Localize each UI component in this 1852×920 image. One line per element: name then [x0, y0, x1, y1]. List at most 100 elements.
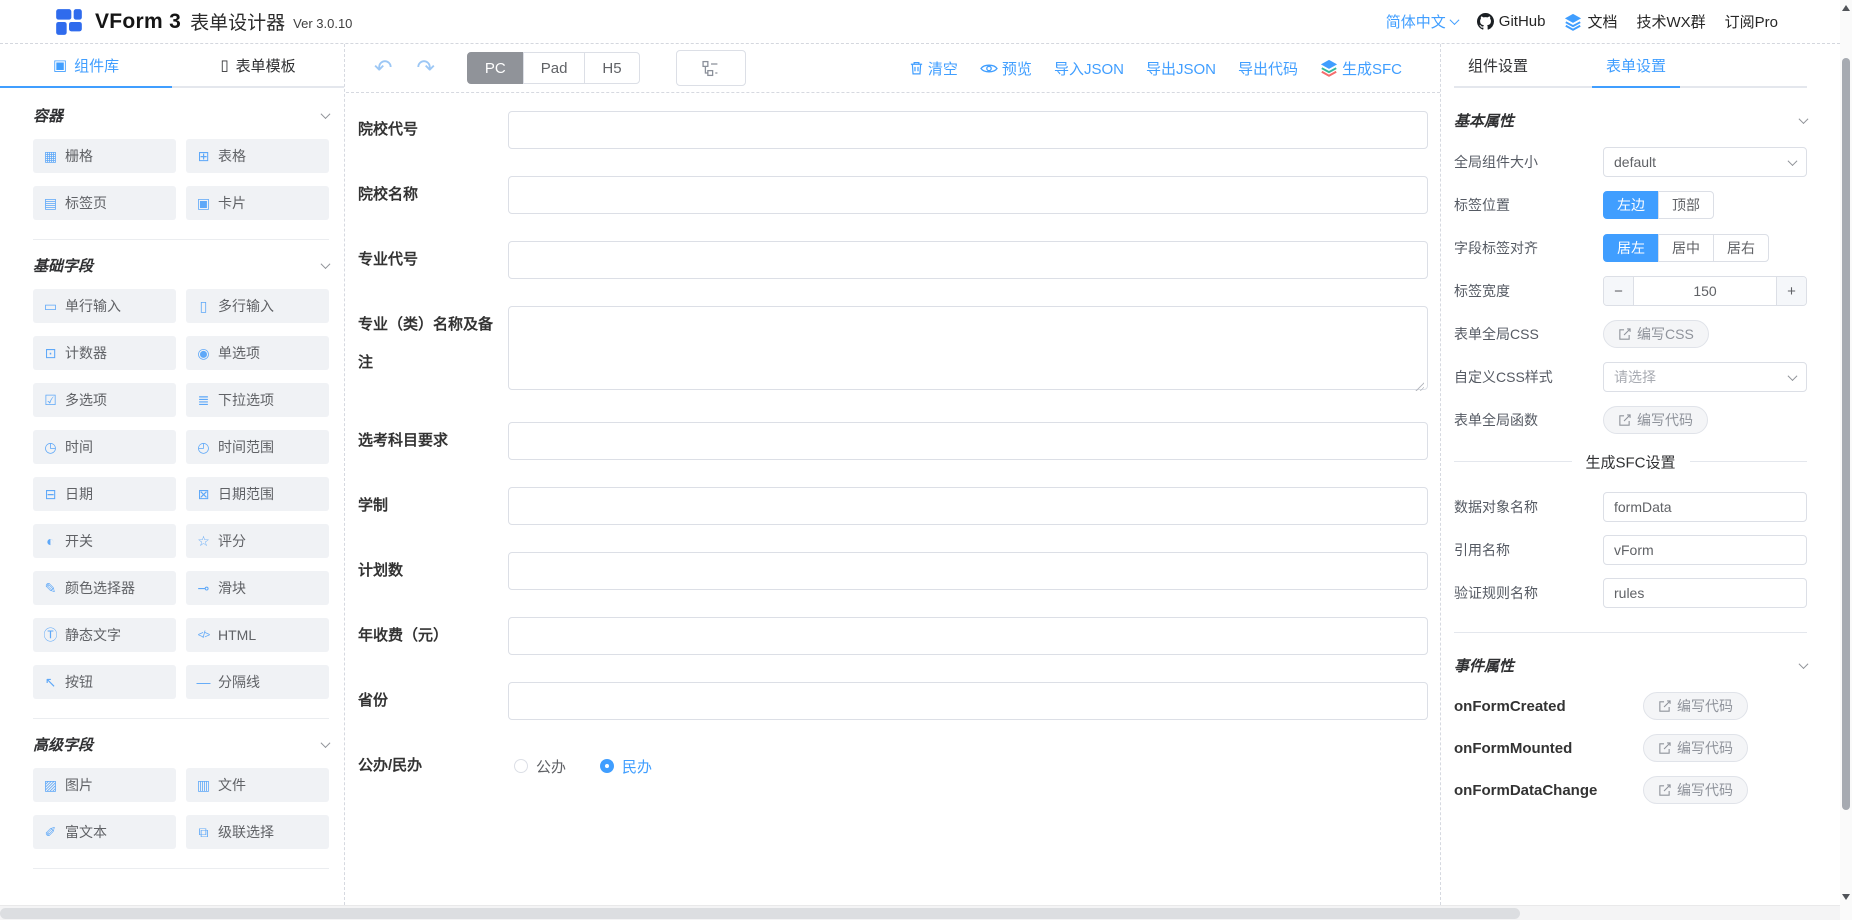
field-input[interactable] [508, 487, 1428, 525]
preview-button[interactable]: 预览 [980, 58, 1032, 79]
field-input[interactable] [508, 111, 1428, 149]
widget-color-picker[interactable]: ✎颜色选择器 [33, 571, 176, 605]
tab-widget-settings[interactable]: 组件设置 [1454, 44, 1542, 88]
scroll-up-arrow-icon[interactable] [1842, 5, 1850, 11]
form-field-row[interactable]: 省份 [358, 682, 1428, 720]
import-json-button[interactable]: 导入JSON [1054, 58, 1124, 79]
widget-tabs[interactable]: ▤标签页 [33, 186, 176, 220]
widget-rate[interactable]: ☆评分 [186, 524, 329, 558]
widget-cascader[interactable]: ⧉级联选择 [186, 815, 329, 849]
form-field-row[interactable]: 年收费（元） [358, 617, 1428, 655]
write-code-button[interactable]: 编写代码 [1643, 776, 1748, 804]
ref-name-input[interactable] [1603, 535, 1807, 565]
form-field-row[interactable]: 院校代号 [358, 111, 1428, 149]
write-code-button[interactable]: 编写代码 [1603, 406, 1708, 434]
increase-button[interactable]: + [1776, 277, 1806, 305]
decrease-button[interactable]: − [1604, 277, 1634, 305]
device-pc-button[interactable]: PC [467, 52, 524, 84]
vertical-scrollbar-thumb[interactable] [1842, 58, 1850, 810]
field-textarea[interactable] [508, 306, 1428, 390]
widget-file[interactable]: ▥文件 [186, 768, 329, 802]
label-align-right-button[interactable]: 居右 [1713, 234, 1769, 262]
undo-button[interactable]: ↶ [374, 57, 392, 79]
docs-link[interactable]: 文档 [1564, 11, 1617, 32]
radio-option-private[interactable]: 民办 [600, 756, 652, 777]
node-tree-button[interactable] [676, 50, 746, 86]
write-css-button[interactable]: 编写CSS [1603, 320, 1709, 348]
widget-number[interactable]: ⊡计数器 [33, 336, 176, 370]
github-link[interactable]: GitHub [1477, 13, 1546, 30]
widget-grid[interactable]: ▦栅格 [33, 139, 176, 173]
vertical-scrollbar[interactable] [1840, 0, 1852, 905]
section-header-advanced-fields[interactable]: 高级字段 [33, 734, 329, 755]
label-width-input[interactable] [1634, 277, 1776, 305]
widget-slider[interactable]: ⊸滑块 [186, 571, 329, 605]
data-object-name-input[interactable] [1603, 492, 1807, 522]
widget-picture[interactable]: ▨图片 [33, 768, 176, 802]
label-align-left-button[interactable]: 居左 [1603, 234, 1659, 262]
radio-option-public[interactable]: 公办 [514, 756, 566, 777]
event-props-header[interactable]: 事件属性 [1454, 655, 1807, 676]
widget-date[interactable]: ⊟日期 [33, 477, 176, 511]
form-field-row[interactable]: 计划数 [358, 552, 1428, 590]
form-field-row[interactable]: 选考科目要求 [358, 422, 1428, 460]
widget-textarea[interactable]: ▯多行输入 [186, 289, 329, 323]
widget-switch[interactable]: ◐开关 [33, 524, 176, 558]
redo-button[interactable]: ↷ [416, 57, 434, 79]
field-input[interactable] [508, 176, 1428, 214]
form-field-row[interactable]: 专业（类）名称及备注 [358, 306, 1428, 395]
section-header-container[interactable]: 容器 [33, 105, 329, 126]
tab-form-templates[interactable]: ▯ 表单模板 [172, 44, 344, 88]
widget-date-range[interactable]: ⊠日期范围 [186, 477, 329, 511]
horizontal-scrollbar-thumb[interactable] [0, 908, 1520, 919]
field-input[interactable] [508, 617, 1428, 655]
form-field-row[interactable]: 公办/民办 公办 民办 [358, 747, 1428, 785]
export-json-button[interactable]: 导出JSON [1146, 58, 1216, 79]
widget-table[interactable]: ⊞表格 [186, 139, 329, 173]
label-align-center-button[interactable]: 居中 [1658, 234, 1714, 262]
label-position-left-button[interactable]: 左边 [1603, 191, 1659, 219]
sfc-layers-icon [1320, 59, 1338, 77]
widget-input[interactable]: ▭单行输入 [33, 289, 176, 323]
language-selector[interactable]: 简体中文 [1386, 11, 1458, 32]
device-pad-button[interactable]: Pad [523, 52, 586, 84]
widget-time-range[interactable]: ◴时间范围 [186, 430, 329, 464]
section-header-basic-fields[interactable]: 基础字段 [33, 255, 329, 276]
clear-form-button[interactable]: 清空 [909, 58, 958, 79]
widget-select[interactable]: ≣下拉选项 [186, 383, 329, 417]
global-size-select[interactable]: default [1603, 147, 1807, 177]
rules-name-input[interactable] [1603, 578, 1807, 608]
label-position-top-button[interactable]: 顶部 [1658, 191, 1714, 219]
widget-button[interactable]: ↖按钮 [33, 665, 176, 699]
field-input[interactable] [508, 682, 1428, 720]
generate-sfc-button[interactable]: 生成SFC [1320, 58, 1402, 79]
wx-group-link[interactable]: 技术WX群 [1636, 11, 1705, 32]
widget-time[interactable]: ◷时间 [33, 430, 176, 464]
export-code-button[interactable]: 导出代码 [1238, 58, 1298, 79]
form-field-row[interactable]: 专业代号 [358, 241, 1428, 279]
widget-html[interactable]: </>HTML [186, 618, 329, 652]
widget-divider[interactable]: —分隔线 [186, 665, 329, 699]
horizontal-scrollbar[interactable] [0, 905, 1840, 920]
form-field-row[interactable]: 院校名称 [358, 176, 1428, 214]
widget-rich-text[interactable]: ✐富文本 [33, 815, 176, 849]
widget-card[interactable]: ▣卡片 [186, 186, 329, 220]
custom-css-select[interactable]: 请选择 [1603, 362, 1807, 392]
widget-static-text[interactable]: Ⓣ静态文字 [33, 618, 176, 652]
write-code-button[interactable]: 编写代码 [1643, 692, 1748, 720]
device-h5-button[interactable]: H5 [584, 52, 639, 84]
tab-widget-library[interactable]: ▣ 组件库 [0, 44, 172, 88]
write-code-button[interactable]: 编写代码 [1643, 734, 1748, 762]
field-input[interactable] [508, 241, 1428, 279]
field-input[interactable] [508, 422, 1428, 460]
tab-form-settings[interactable]: 表单设置 [1592, 44, 1680, 88]
form-field-row[interactable]: 学制 [358, 487, 1428, 525]
form-canvas[interactable]: 院校代号 院校名称 专业代号 专业（类）名称及备注 选考科目要求 学制 [346, 93, 1440, 905]
scroll-down-arrow-icon[interactable] [1842, 894, 1850, 900]
basic-props-header[interactable]: 基本属性 [1454, 110, 1807, 131]
widget-radio[interactable]: ◉单选项 [186, 336, 329, 370]
button-label: 编写CSS [1637, 324, 1694, 344]
widget-checkbox[interactable]: ☑多选项 [33, 383, 176, 417]
field-input[interactable] [508, 552, 1428, 590]
subscribe-pro-link[interactable]: 订阅Pro [1725, 11, 1778, 32]
